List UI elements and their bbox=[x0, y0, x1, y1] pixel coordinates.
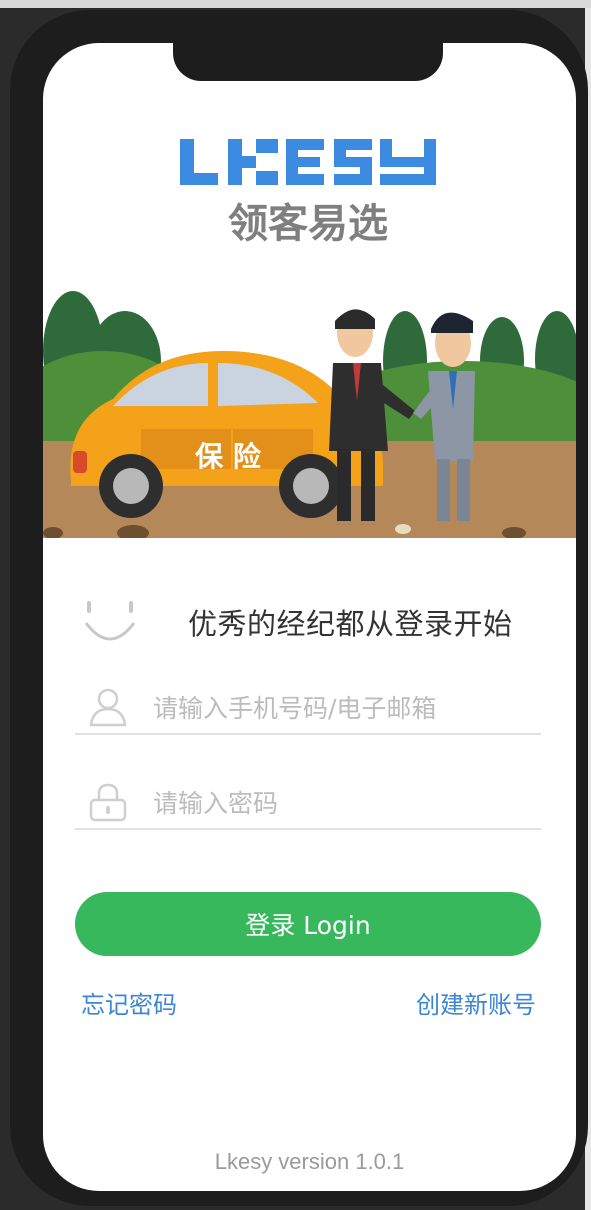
volume-up-button bbox=[10, 242, 20, 318]
phone-frame: 领客易选 保 险 优秀的经纪都从登录开始 请输入手机号码/电子邮箱 登录 Log… bbox=[10, 10, 588, 1206]
logo-subtitle: 领客易选 bbox=[228, 201, 388, 247]
user-icon bbox=[89, 688, 127, 727]
login-slogan: 优秀的经纪都从登录开始 bbox=[188, 607, 513, 641]
app-screen: 领客易选 保 险 优秀的经纪都从登录开始 请输入手机号码/电子邮箱 登录 Log… bbox=[43, 43, 576, 1191]
lock-icon bbox=[89, 783, 127, 822]
username-field bbox=[75, 685, 541, 735]
car-insurance-sign: 保 险 bbox=[195, 440, 262, 473]
login-button[interactable]: 登录 Login bbox=[75, 892, 541, 956]
forgot-password-link[interactable]: 忘记密码 bbox=[81, 985, 177, 1020]
window-top-edge bbox=[0, 0, 591, 8]
volume-down-button bbox=[10, 332, 20, 408]
hero-illustration: 保 险 bbox=[43, 291, 576, 538]
username-input[interactable] bbox=[151, 687, 535, 729]
app-version: Lkesy version 1.0.1 bbox=[214, 1149, 405, 1174]
password-input[interactable] bbox=[151, 782, 535, 824]
app-logo: 领客易选 bbox=[180, 139, 436, 247]
mute-switch bbox=[10, 162, 20, 202]
create-account-link[interactable]: 创建新账号 bbox=[416, 985, 536, 1020]
phone-notch bbox=[173, 43, 443, 81]
password-field bbox=[75, 780, 541, 830]
smile-icon bbox=[84, 601, 136, 641]
power-button bbox=[582, 250, 588, 370]
